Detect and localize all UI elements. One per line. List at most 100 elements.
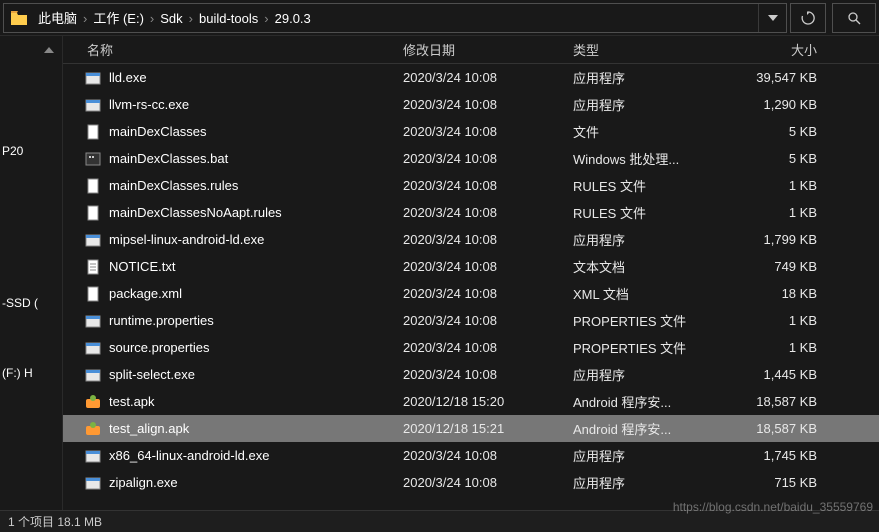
file-row[interactable]: package.xml2020/3/24 10:08XML 文档18 KB bbox=[63, 280, 879, 307]
file-type: Android 程序安... bbox=[573, 419, 733, 438]
file-row[interactable]: llvm-rs-cc.exe2020/3/24 10:08应用程序1,290 K… bbox=[63, 91, 879, 118]
file-size: 1 KB bbox=[733, 340, 833, 355]
file-name: NOTICE.txt bbox=[109, 259, 403, 274]
file-date: 2020/3/24 10:08 bbox=[403, 151, 573, 166]
file-list[interactable]: lld.exe2020/3/24 10:08应用程序39,547 KBllvm-… bbox=[63, 64, 879, 510]
file-row[interactable]: test_align.apk2020/12/18 15:21Android 程序… bbox=[63, 415, 879, 442]
breadcrumb-item[interactable]: 工作 (E:) bbox=[89, 11, 148, 26]
nav-item[interactable]: -SSD ( bbox=[0, 292, 62, 314]
file-icon bbox=[83, 420, 103, 438]
refresh-button[interactable] bbox=[790, 3, 826, 33]
header-size[interactable]: 大小 bbox=[733, 40, 833, 59]
file-type: PROPERTIES 文件 bbox=[573, 338, 733, 357]
file-icon bbox=[83, 366, 103, 384]
header-date[interactable]: 修改日期 bbox=[403, 40, 573, 59]
breadcrumb-item[interactable]: Sdk bbox=[156, 11, 186, 26]
file-date: 2020/3/24 10:08 bbox=[403, 475, 573, 490]
nav-pane[interactable]: P20 -SSD ( (F:) H bbox=[0, 36, 63, 510]
nav-item[interactable]: (F:) H bbox=[0, 362, 62, 384]
file-type: RULES 文件 bbox=[573, 203, 733, 222]
file-date: 2020/3/24 10:08 bbox=[403, 340, 573, 355]
file-name: test_align.apk bbox=[109, 421, 403, 436]
file-row[interactable]: test.apk2020/12/18 15:20Android 程序安...18… bbox=[63, 388, 879, 415]
file-icon bbox=[83, 474, 103, 492]
file-size: 1,745 KB bbox=[733, 448, 833, 463]
file-row[interactable]: mainDexClasses.bat2020/3/24 10:08Windows… bbox=[63, 145, 879, 172]
file-date: 2020/3/24 10:08 bbox=[403, 259, 573, 274]
file-date: 2020/3/24 10:08 bbox=[403, 367, 573, 382]
file-type: PROPERTIES 文件 bbox=[573, 311, 733, 330]
file-size: 1 KB bbox=[733, 313, 833, 328]
breadcrumb-dropdown[interactable] bbox=[758, 4, 786, 32]
nav-collapse-icon[interactable] bbox=[0, 36, 62, 64]
file-row[interactable]: mainDexClasses2020/3/24 10:08文件5 KB bbox=[63, 118, 879, 145]
file-size: 39,547 KB bbox=[733, 70, 833, 85]
file-type: XML 文档 bbox=[573, 284, 733, 303]
file-date: 2020/3/24 10:08 bbox=[403, 70, 573, 85]
file-size: 1 KB bbox=[733, 178, 833, 193]
file-icon bbox=[83, 339, 103, 357]
file-name: test.apk bbox=[109, 394, 403, 409]
file-name: mipsel-linux-android-ld.exe bbox=[109, 232, 403, 247]
breadcrumb-item[interactable]: 此电脑 bbox=[34, 11, 81, 26]
watermark: https://blog.csdn.net/baidu_35559769 bbox=[673, 500, 873, 514]
file-type: 文本文档 bbox=[573, 257, 733, 276]
file-type: 应用程序 bbox=[573, 68, 733, 87]
file-icon bbox=[83, 447, 103, 465]
file-size: 5 KB bbox=[733, 124, 833, 139]
file-row[interactable]: source.properties2020/3/24 10:08PROPERTI… bbox=[63, 334, 879, 361]
file-size: 5 KB bbox=[733, 151, 833, 166]
file-type: 应用程序 bbox=[573, 230, 733, 249]
file-date: 2020/3/24 10:08 bbox=[403, 232, 573, 247]
file-icon bbox=[83, 258, 103, 276]
file-type: 应用程序 bbox=[573, 446, 733, 465]
file-date: 2020/12/18 15:20 bbox=[403, 394, 573, 409]
file-size: 1 KB bbox=[733, 205, 833, 220]
file-icon bbox=[83, 231, 103, 249]
breadcrumb-item[interactable]: 29.0.3 bbox=[271, 11, 315, 26]
address-bar: 此电脑›工作 (E:)›Sdk›build-tools›29.0.3 bbox=[0, 0, 879, 36]
file-size: 18,587 KB bbox=[733, 421, 833, 436]
file-icon bbox=[83, 69, 103, 87]
breadcrumb-box[interactable]: 此电脑›工作 (E:)›Sdk›build-tools›29.0.3 bbox=[3, 3, 787, 33]
header-type[interactable]: 类型 bbox=[573, 40, 733, 59]
file-row[interactable]: mainDexClassesNoAapt.rules2020/3/24 10:0… bbox=[63, 199, 879, 226]
breadcrumb-item[interactable]: build-tools bbox=[195, 11, 262, 26]
file-name: split-select.exe bbox=[109, 367, 403, 382]
file-size: 18 KB bbox=[733, 286, 833, 301]
file-icon bbox=[83, 285, 103, 303]
file-icon bbox=[83, 96, 103, 114]
file-row[interactable]: runtime.properties2020/3/24 10:08PROPERT… bbox=[63, 307, 879, 334]
file-row[interactable]: split-select.exe2020/3/24 10:08应用程序1,445… bbox=[63, 361, 879, 388]
file-size: 18,587 KB bbox=[733, 394, 833, 409]
file-row[interactable]: mipsel-linux-android-ld.exe2020/3/24 10:… bbox=[63, 226, 879, 253]
file-row[interactable]: lld.exe2020/3/24 10:08应用程序39,547 KB bbox=[63, 64, 879, 91]
folder-icon bbox=[10, 9, 28, 27]
file-size: 715 KB bbox=[733, 475, 833, 490]
file-date: 2020/3/24 10:08 bbox=[403, 97, 573, 112]
search-box[interactable] bbox=[832, 3, 876, 33]
file-row[interactable]: zipalign.exe2020/3/24 10:08应用程序715 KB bbox=[63, 469, 879, 496]
file-name: zipalign.exe bbox=[109, 475, 403, 490]
column-headers[interactable]: 名称 修改日期 类型 大小 bbox=[63, 36, 879, 64]
chevron-right-icon: › bbox=[148, 11, 156, 26]
file-list-pane: 名称 修改日期 类型 大小 lld.exe2020/3/24 10:08应用程序… bbox=[63, 36, 879, 510]
file-row[interactable]: mainDexClasses.rules2020/3/24 10:08RULES… bbox=[63, 172, 879, 199]
file-name: package.xml bbox=[109, 286, 403, 301]
file-row[interactable]: x86_64-linux-android-ld.exe2020/3/24 10:… bbox=[63, 442, 879, 469]
file-date: 2020/3/24 10:08 bbox=[403, 205, 573, 220]
chevron-right-icon: › bbox=[187, 11, 195, 26]
file-type: 应用程序 bbox=[573, 95, 733, 114]
header-name[interactable]: 名称 bbox=[83, 40, 403, 59]
file-size: 1,799 KB bbox=[733, 232, 833, 247]
file-icon bbox=[83, 312, 103, 330]
file-type: Windows 批处理... bbox=[573, 149, 733, 168]
chevron-right-icon: › bbox=[262, 11, 270, 26]
file-type: 应用程序 bbox=[573, 473, 733, 492]
file-size: 749 KB bbox=[733, 259, 833, 274]
file-icon bbox=[83, 150, 103, 168]
file-date: 2020/3/24 10:08 bbox=[403, 178, 573, 193]
file-icon bbox=[83, 393, 103, 411]
nav-item[interactable]: P20 bbox=[0, 140, 62, 162]
file-row[interactable]: NOTICE.txt2020/3/24 10:08文本文档749 KB bbox=[63, 253, 879, 280]
